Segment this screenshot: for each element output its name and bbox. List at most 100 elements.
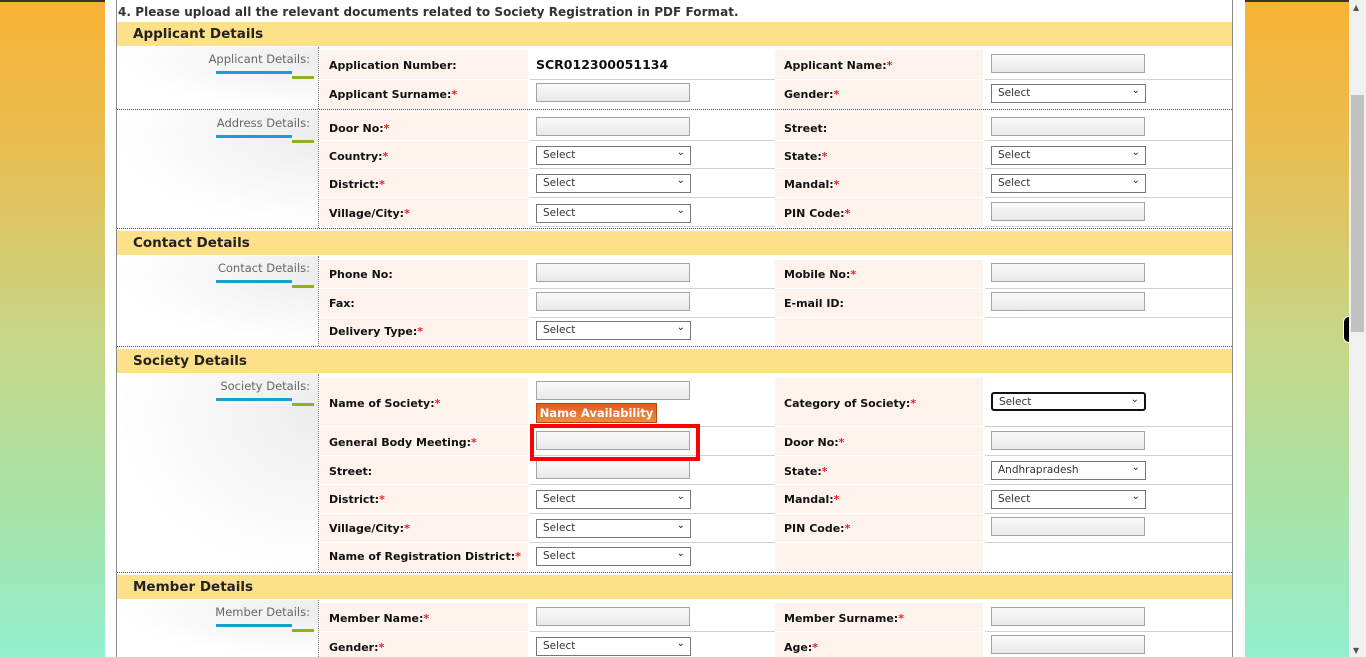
society-pin-code-label: PIN Code:*	[784, 522, 851, 535]
form-row: Member Name:* Member Surname:*	[320, 603, 1232, 632]
age-label: Age:*	[784, 641, 819, 654]
member-name-input[interactable]	[536, 607, 690, 626]
side-label-member: Member Details:	[117, 600, 318, 657]
door-no-input[interactable]	[536, 117, 690, 136]
divider	[318, 374, 319, 572]
society-state-select[interactable]: Andhrapradesh ⌄	[991, 461, 1146, 480]
member-block: Member Details: Member Name:* Member Sur…	[117, 600, 1232, 657]
chevron-down-icon: ⌄	[1130, 394, 1139, 405]
fax-label: Fax:	[329, 297, 355, 310]
registration-district-select[interactable]: Select ⌄	[536, 547, 691, 566]
applicant-surname-input[interactable]	[536, 83, 690, 102]
divider	[318, 600, 319, 657]
side-label-text: Member Details:	[215, 605, 310, 619]
member-name-label: Member Name:*	[329, 612, 430, 625]
chevron-down-icon: ⌄	[1131, 491, 1140, 502]
form-row: General Body Meeting:* Door No:*	[320, 427, 1232, 456]
side-label-text: Applicant Details:	[208, 52, 310, 66]
phone-no-input[interactable]	[536, 263, 690, 282]
form-row: Phone No: Mobile No:*	[320, 260, 1232, 289]
street-label: Street:	[784, 122, 828, 135]
member-surname-input[interactable]	[991, 607, 1145, 626]
underline-blue	[216, 624, 292, 627]
category-label: Category of Society:*	[784, 397, 917, 410]
underline-blue	[216, 398, 292, 401]
village-city-select[interactable]: Select ⌄	[536, 204, 691, 223]
side-label-text: Address Details:	[216, 116, 310, 130]
form-row: Country:* Select ⌄ State:* Select ⌄	[320, 141, 1232, 169]
right-border	[1232, 0, 1233, 657]
side-label-applicant: Applicant Details:	[117, 47, 318, 109]
mobile-no-input[interactable]	[991, 263, 1145, 282]
chevron-down-icon: ⌄	[676, 205, 685, 216]
section-divider	[117, 346, 1232, 347]
applicant-name-input[interactable]	[991, 54, 1145, 73]
society-village-city-label: Village/City:*	[329, 522, 410, 535]
society-district-select[interactable]: Select ⌄	[536, 490, 691, 509]
mobile-no-label: Mobile No:*	[784, 268, 857, 281]
society-state-label: State:*	[784, 465, 828, 478]
district-label: District:*	[329, 178, 385, 191]
category-select[interactable]: Select ⌄	[991, 392, 1146, 411]
instruction-note: 4. Please upload all the relevant docume…	[118, 5, 739, 19]
section-title: Applicant Details	[133, 26, 264, 42]
form-row: Village/City:* Select ⌄ PIN Code:*	[320, 514, 1232, 543]
delivery-type-select[interactable]: Select ⌄	[536, 321, 691, 340]
phone-no-label: Phone No:	[329, 268, 393, 281]
district-select[interactable]: Select ⌄	[536, 174, 691, 193]
applicant-block: Applicant Details: Application Number: S…	[117, 47, 1232, 110]
applicant-surname-label: Applicant Surname:*	[329, 88, 458, 101]
section-header-applicant: Applicant Details	[117, 22, 1232, 46]
chevron-down-icon: ⌄	[676, 520, 685, 531]
village-city-label: Village/City:*	[329, 207, 410, 220]
society-name-input[interactable]	[536, 381, 690, 400]
section-header-contact: Contact Details	[117, 231, 1232, 255]
chevron-down-icon: ⌄	[676, 548, 685, 559]
member-surname-label: Member Surname:*	[784, 612, 904, 625]
form-container: 4. Please upload all the relevant docume…	[105, 0, 1245, 657]
address-block: Address Details: Door No:* Street: Count…	[117, 111, 1232, 229]
form-row: District:* Select ⌄ Mandal:* Select ⌄	[320, 169, 1232, 198]
side-label-society: Society Details:	[117, 374, 318, 572]
chevron-down-icon: ⌄	[676, 638, 685, 649]
form-row: Application Number: SCR012300051134 Appl…	[320, 50, 1232, 80]
society-mandal-select[interactable]: Select ⌄	[991, 490, 1146, 509]
mandal-select[interactable]: Select ⌄	[991, 174, 1146, 193]
gender-select[interactable]: Select ⌄	[991, 84, 1146, 103]
section-title: Contact Details	[133, 235, 250, 251]
chevron-down-icon: ⌄	[676, 147, 685, 158]
country-select[interactable]: Select ⌄	[536, 146, 691, 165]
chevron-down-icon: ⌄	[1131, 462, 1140, 473]
divider	[318, 256, 319, 346]
society-name-label: Name of Society:*	[329, 397, 441, 410]
form-row: District:* Select ⌄ Mandal:* Select ⌄	[320, 485, 1232, 514]
form-row: Door No:* Street:	[320, 112, 1232, 141]
general-body-meeting-label: General Body Meeting:*	[329, 436, 477, 449]
society-pin-code-input[interactable]	[991, 517, 1145, 536]
name-availability-button[interactable]: Name Availability	[536, 403, 657, 423]
chevron-down-icon: ⌄	[1131, 85, 1140, 96]
divider	[318, 111, 319, 228]
society-door-no-input[interactable]	[991, 431, 1145, 450]
underline-green	[292, 76, 314, 79]
society-village-city-select[interactable]: Select ⌄	[536, 519, 691, 538]
pin-code-input[interactable]	[991, 202, 1145, 221]
email-input[interactable]	[991, 292, 1145, 311]
age-input[interactable]	[991, 635, 1145, 654]
street-input[interactable]	[991, 117, 1145, 136]
society-street-input[interactable]	[536, 460, 690, 479]
underline-green	[292, 629, 314, 632]
chevron-down-icon: ⌄	[676, 175, 685, 186]
section-divider	[117, 228, 1232, 229]
highlight-box	[530, 424, 700, 461]
scrollbar-thumb[interactable]	[1351, 95, 1364, 332]
underline-green	[292, 285, 314, 288]
state-select[interactable]: Select ⌄	[991, 146, 1146, 165]
fax-input[interactable]	[536, 292, 690, 311]
scroll-down-icon[interactable]: ▼	[1353, 646, 1359, 655]
side-label-text: Contact Details:	[217, 261, 310, 275]
form-row: Gender:* Select ⌄ Age:*	[320, 632, 1232, 657]
vertical-scrollbar[interactable]: ▲ ▼	[1349, 0, 1366, 657]
member-gender-select[interactable]: Select ⌄	[536, 637, 691, 656]
scroll-up-icon[interactable]: ▲	[1353, 3, 1359, 12]
